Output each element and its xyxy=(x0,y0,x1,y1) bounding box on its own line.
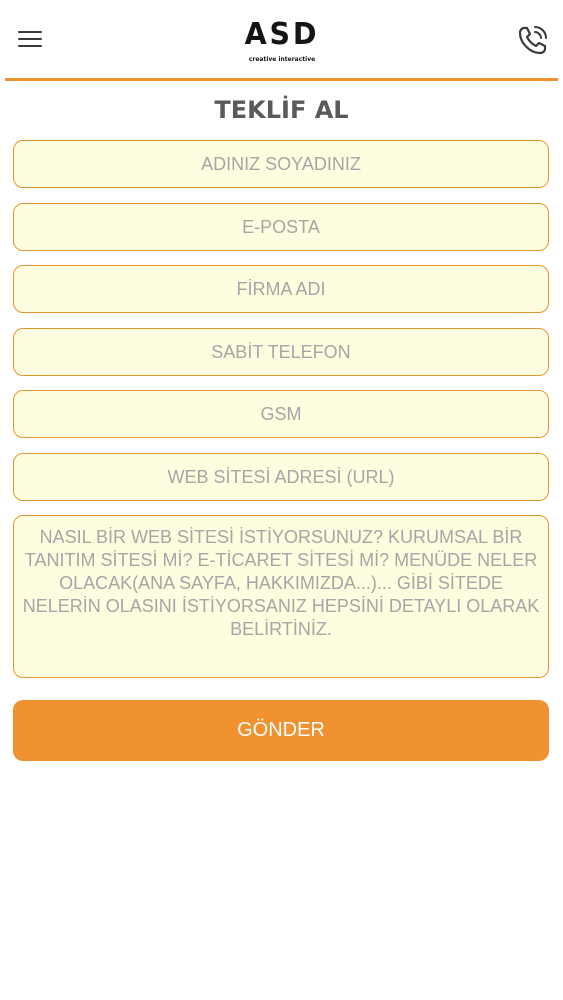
website-url-field[interactable] xyxy=(13,453,549,501)
hamburger-menu-icon[interactable] xyxy=(16,28,44,50)
gsm-field[interactable] xyxy=(13,390,549,438)
name-field[interactable] xyxy=(13,140,549,188)
page-title: TEKLİF AL xyxy=(214,96,349,124)
logo-subtext: creative interactive xyxy=(248,56,316,63)
app-header: ASD creative interactive xyxy=(0,0,563,78)
header-divider xyxy=(5,78,558,81)
phone-icon[interactable] xyxy=(515,22,551,58)
landline-field[interactable] xyxy=(13,328,549,376)
company-field[interactable] xyxy=(13,265,549,313)
logo-text: ASD xyxy=(244,17,320,52)
brand-logo[interactable]: ASD creative interactive xyxy=(240,18,324,68)
submit-button[interactable]: GÖNDER xyxy=(13,700,549,761)
email-field[interactable] xyxy=(13,203,549,251)
project-details-textarea[interactable] xyxy=(13,515,549,678)
